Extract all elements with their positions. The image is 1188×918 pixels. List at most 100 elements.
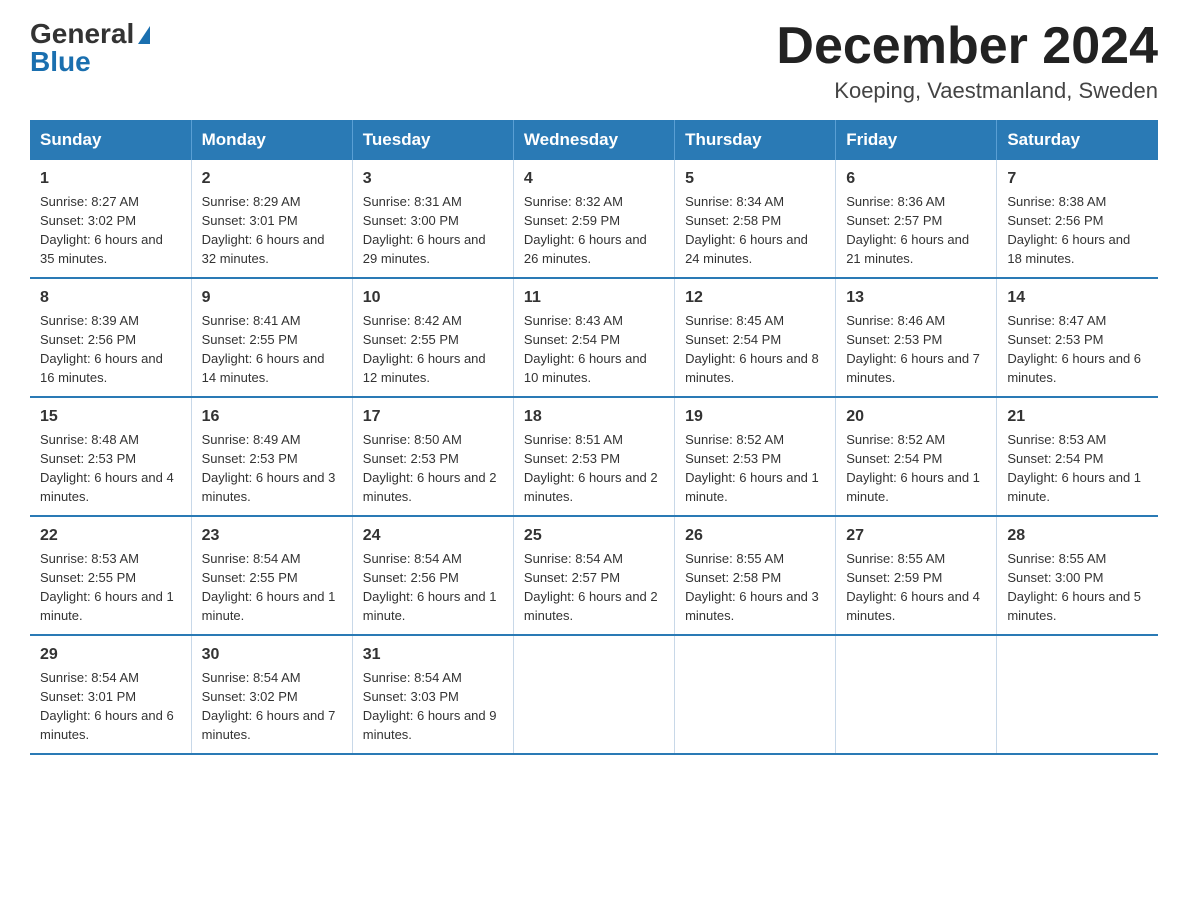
day-info: Sunrise: 8:39 AMSunset: 2:56 PMDaylight:… [40,313,163,385]
day-number: 7 [1007,168,1148,190]
calendar-cell [675,635,836,754]
day-info: Sunrise: 8:27 AMSunset: 3:02 PMDaylight:… [40,194,163,266]
day-info: Sunrise: 8:36 AMSunset: 2:57 PMDaylight:… [846,194,969,266]
calendar-cell: 19Sunrise: 8:52 AMSunset: 2:53 PMDayligh… [675,397,836,516]
day-info: Sunrise: 8:54 AMSunset: 2:55 PMDaylight:… [202,551,336,623]
calendar-cell: 26 Sunrise: 8:55 AMSunset: 2:58 PMDayligh… [675,516,836,635]
day-number: 27 [846,525,986,547]
day-info: Sunrise: 8:43 AMSunset: 2:54 PMDaylight:… [524,313,647,385]
calendar-cell: 22Sunrise: 8:53 AMSunset: 2:55 PMDayligh… [30,516,191,635]
day-info: Sunrise: 8:50 AMSunset: 2:53 PMDaylight:… [363,432,497,504]
calendar-cell: 18Sunrise: 8:51 AMSunset: 2:53 PMDayligh… [513,397,674,516]
day-info: Sunrise: 8:53 AMSunset: 2:54 PMDaylight:… [1007,432,1141,504]
calendar-cell: 16 Sunrise: 8:49 AMSunset: 2:53 PMDayligh… [191,397,352,516]
col-friday: Friday [836,120,997,160]
day-number: 4 [524,168,664,190]
day-info: Sunrise: 8:54 AMSunset: 3:02 PMDaylight:… [202,670,336,742]
calendar-cell: 8 Sunrise: 8:39 AMSunset: 2:56 PMDaylight… [30,278,191,397]
logo-top-line: General [30,20,150,48]
day-info: Sunrise: 8:49 AMSunset: 2:53 PMDaylight:… [202,432,336,504]
day-number: 13 [846,287,986,309]
day-info: Sunrise: 8:34 AMSunset: 2:58 PMDaylight:… [685,194,808,266]
day-number: 20 [846,406,986,428]
calendar-week-4: 22Sunrise: 8:53 AMSunset: 2:55 PMDayligh… [30,516,1158,635]
day-number: 1 [40,168,181,190]
day-number: 31 [363,644,503,666]
page-header: General Blue December 2024 Koeping, Vaes… [30,20,1158,104]
day-info: Sunrise: 8:54 AMSunset: 2:56 PMDaylight:… [363,551,497,623]
month-title: December 2024 [776,20,1158,72]
day-number: 26 [685,525,825,547]
calendar-week-5: 29 Sunrise: 8:54 AMSunset: 3:01 PMDayligh… [30,635,1158,754]
logo-triangle-icon [138,26,150,44]
day-number: 3 [363,168,503,190]
col-tuesday: Tuesday [352,120,513,160]
calendar-cell: 20 Sunrise: 8:52 AMSunset: 2:54 PMDayligh… [836,397,997,516]
calendar-cell: 12 Sunrise: 8:45 AMSunset: 2:54 PMDayligh… [675,278,836,397]
calendar-cell: 23 Sunrise: 8:54 AMSunset: 2:55 PMDayligh… [191,516,352,635]
day-info: Sunrise: 8:55 AMSunset: 3:00 PMDaylight:… [1007,551,1141,623]
calendar-cell: 31 Sunrise: 8:54 AMSunset: 3:03 PMDayligh… [352,635,513,754]
day-number: 9 [202,287,342,309]
day-info: Sunrise: 8:45 AMSunset: 2:54 PMDaylight:… [685,313,819,385]
day-info: Sunrise: 8:31 AMSunset: 3:00 PMDaylight:… [363,194,486,266]
calendar-body: 1 Sunrise: 8:27 AMSunset: 3:02 PMDaylight… [30,160,1158,754]
header-row: Sunday Monday Tuesday Wednesday Thursday… [30,120,1158,160]
calendar-cell: 28 Sunrise: 8:55 AMSunset: 3:00 PMDayligh… [997,516,1158,635]
day-info: Sunrise: 8:55 AMSunset: 2:59 PMDaylight:… [846,551,980,623]
calendar-cell: 17 Sunrise: 8:50 AMSunset: 2:53 PMDayligh… [352,397,513,516]
day-number: 15 [40,406,181,428]
col-monday: Monday [191,120,352,160]
calendar-week-3: 15 Sunrise: 8:48 AMSunset: 2:53 PMDayligh… [30,397,1158,516]
calendar-cell: 13 Sunrise: 8:46 AMSunset: 2:53 PMDayligh… [836,278,997,397]
day-number: 10 [363,287,503,309]
calendar-cell [997,635,1158,754]
day-number: 21 [1007,406,1148,428]
col-wednesday: Wednesday [513,120,674,160]
calendar-cell: 7Sunrise: 8:38 AMSunset: 2:56 PMDaylight… [997,160,1158,278]
day-number: 23 [202,525,342,547]
day-info: Sunrise: 8:52 AMSunset: 2:53 PMDaylight:… [685,432,819,504]
day-info: Sunrise: 8:42 AMSunset: 2:55 PMDaylight:… [363,313,486,385]
calendar-cell [513,635,674,754]
day-info: Sunrise: 8:54 AMSunset: 3:01 PMDaylight:… [40,670,174,742]
title-section: December 2024 Koeping, Vaestmanland, Swe… [776,20,1158,104]
day-info: Sunrise: 8:54 AMSunset: 3:03 PMDaylight:… [363,670,497,742]
calendar-cell: 25 Sunrise: 8:54 AMSunset: 2:57 PMDayligh… [513,516,674,635]
day-number: 29 [40,644,181,666]
day-info: Sunrise: 8:29 AMSunset: 3:01 PMDaylight:… [202,194,325,266]
logo-blue-text: Blue [30,46,91,77]
day-info: Sunrise: 8:46 AMSunset: 2:53 PMDaylight:… [846,313,980,385]
day-number: 16 [202,406,342,428]
calendar-cell: 2 Sunrise: 8:29 AMSunset: 3:01 PMDaylight… [191,160,352,278]
day-number: 2 [202,168,342,190]
calendar-cell [836,635,997,754]
day-number: 30 [202,644,342,666]
calendar-cell: 21 Sunrise: 8:53 AMSunset: 2:54 PMDayligh… [997,397,1158,516]
day-info: Sunrise: 8:47 AMSunset: 2:53 PMDaylight:… [1007,313,1141,385]
calendar-cell: 15 Sunrise: 8:48 AMSunset: 2:53 PMDayligh… [30,397,191,516]
col-thursday: Thursday [675,120,836,160]
day-number: 5 [685,168,825,190]
day-number: 28 [1007,525,1148,547]
day-info: Sunrise: 8:52 AMSunset: 2:54 PMDaylight:… [846,432,980,504]
day-info: Sunrise: 8:41 AMSunset: 2:55 PMDaylight:… [202,313,325,385]
day-number: 8 [40,287,181,309]
col-sunday: Sunday [30,120,191,160]
day-number: 11 [524,287,664,309]
calendar-cell: 29 Sunrise: 8:54 AMSunset: 3:01 PMDayligh… [30,635,191,754]
calendar-cell: 30 Sunrise: 8:54 AMSunset: 3:02 PMDayligh… [191,635,352,754]
calendar-cell: 4Sunrise: 8:32 AMSunset: 2:59 PMDaylight… [513,160,674,278]
calendar-week-2: 8 Sunrise: 8:39 AMSunset: 2:56 PMDaylight… [30,278,1158,397]
day-info: Sunrise: 8:51 AMSunset: 2:53 PMDaylight:… [524,432,658,504]
location-text: Koeping, Vaestmanland, Sweden [776,78,1158,104]
day-info: Sunrise: 8:55 AMSunset: 2:58 PMDaylight:… [685,551,819,623]
day-info: Sunrise: 8:54 AMSunset: 2:57 PMDaylight:… [524,551,658,623]
calendar-cell: 27 Sunrise: 8:55 AMSunset: 2:59 PMDayligh… [836,516,997,635]
day-number: 17 [363,406,503,428]
calendar-cell: 9 Sunrise: 8:41 AMSunset: 2:55 PMDaylight… [191,278,352,397]
calendar-cell: 6Sunrise: 8:36 AMSunset: 2:57 PMDaylight… [836,160,997,278]
day-number: 25 [524,525,664,547]
day-number: 12 [685,287,825,309]
day-info: Sunrise: 8:48 AMSunset: 2:53 PMDaylight:… [40,432,174,504]
